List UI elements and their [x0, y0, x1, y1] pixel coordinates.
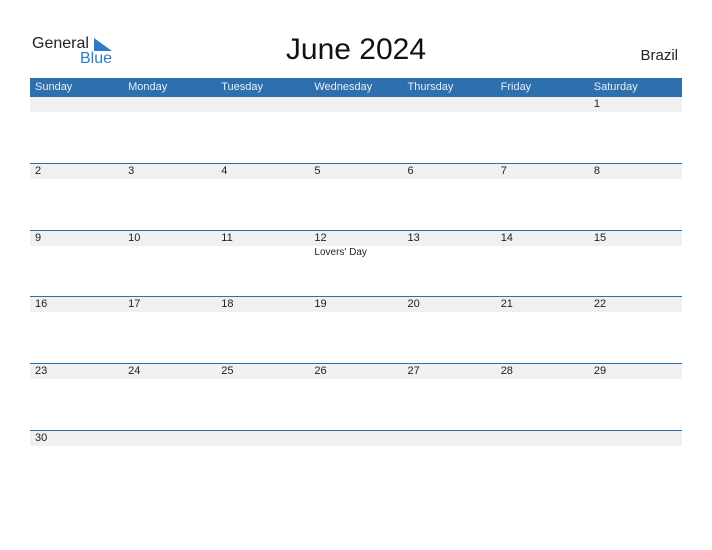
day-cell: [309, 97, 402, 163]
day-number: 3: [128, 165, 135, 177]
day-cell: [123, 431, 216, 497]
day-cell: 26: [309, 364, 402, 430]
country-label: Brazil: [640, 47, 678, 64]
day-number: 16: [35, 298, 48, 310]
week-row: 9 10 11 12 Lovers' Day 13 14 15: [30, 230, 682, 298]
day-cell: 8: [589, 164, 682, 230]
day-cell: [496, 431, 589, 497]
day-cell: [403, 97, 496, 163]
day-cell: 9: [30, 231, 123, 297]
day-number: 20: [407, 298, 420, 310]
day-cell: 16: [30, 297, 123, 363]
day-cell: 3: [123, 164, 216, 230]
day-number: 13: [407, 232, 420, 244]
day-number: 6: [407, 165, 414, 177]
day-cell: 2: [30, 164, 123, 230]
day-cell: [589, 431, 682, 497]
day-number: 7: [500, 165, 507, 177]
day-number: 8: [593, 165, 600, 177]
weekday-saturday: Saturday: [593, 81, 638, 93]
day-cell: [309, 431, 402, 497]
day-number: 18: [221, 298, 234, 310]
weekday-header: Sunday Monday Tuesday Wednesday Thursday…: [30, 78, 682, 97]
day-number: 24: [128, 365, 141, 377]
day-number: 25: [221, 365, 234, 377]
weekday-sunday: Sunday: [35, 81, 73, 93]
day-cell: 11: [216, 231, 309, 297]
day-number: 21: [500, 298, 513, 310]
day-number: 4: [221, 165, 228, 177]
day-cell: 29: [589, 364, 682, 430]
weekday-wednesday: Wednesday: [314, 81, 373, 93]
day-cell: 1: [589, 97, 682, 163]
day-number: 22: [593, 298, 607, 310]
day-cell: 12 Lovers' Day: [309, 231, 402, 297]
day-cell: 4: [216, 164, 309, 230]
day-number: 23: [35, 365, 48, 377]
day-cell: 7: [496, 164, 589, 230]
day-cell: [216, 431, 309, 497]
day-cell: 20: [403, 297, 496, 363]
week-row: 30: [30, 430, 682, 498]
day-cell: 18: [216, 297, 309, 363]
holiday-label: Lovers' Day: [314, 247, 367, 258]
day-cell: 23: [30, 364, 123, 430]
day-number: 15: [593, 232, 607, 244]
day-number: 12: [314, 232, 327, 244]
day-number: 10: [128, 232, 141, 244]
day-number: 5: [314, 165, 321, 177]
day-number: 19: [314, 298, 327, 310]
day-number: 28: [500, 365, 513, 377]
day-cell: 25: [216, 364, 309, 430]
weekday-monday: Monday: [128, 81, 168, 93]
page-title: June 2024: [285, 33, 427, 66]
day-number: 17: [128, 298, 141, 310]
day-number: 26: [314, 365, 327, 377]
day-number: 29: [593, 365, 607, 377]
day-cell: 24: [123, 364, 216, 430]
day-cell: 27: [403, 364, 496, 430]
day-number: 2: [35, 165, 42, 177]
day-number: 1: [593, 98, 600, 110]
day-cell: [123, 97, 216, 163]
day-cell: 10: [123, 231, 216, 297]
day-cell: 30: [30, 431, 123, 497]
day-number: 9: [35, 232, 42, 244]
weekday-thursday: Thursday: [407, 81, 454, 93]
day-cell: 21: [496, 297, 589, 363]
weekday-friday: Friday: [500, 81, 532, 93]
day-number: 27: [407, 365, 420, 377]
day-cell: 14: [496, 231, 589, 297]
day-number: 14: [500, 232, 513, 244]
day-cell: [496, 97, 589, 163]
day-cell: [216, 97, 309, 163]
day-cell: 5: [309, 164, 402, 230]
week-row: 1: [30, 97, 682, 164]
week-row: 16 17 18 19 20 21 22: [30, 296, 682, 364]
day-cell: 17: [123, 297, 216, 363]
day-cell: [30, 97, 123, 163]
week-row: 23 24 25 26 27 28 29: [30, 363, 682, 431]
day-cell: 13: [403, 231, 496, 297]
day-cell: [403, 431, 496, 497]
day-cell: 15: [589, 231, 682, 297]
day-cell: 22: [589, 297, 682, 363]
day-cell: 6: [403, 164, 496, 230]
week-row: 2 3 4 5 6 7 8: [30, 163, 682, 231]
weekday-tuesday: Tuesday: [221, 81, 264, 93]
day-cell: 19: [309, 297, 402, 363]
day-cell: 28: [496, 364, 589, 430]
day-number: 11: [221, 232, 233, 244]
day-number: 30: [35, 432, 48, 444]
